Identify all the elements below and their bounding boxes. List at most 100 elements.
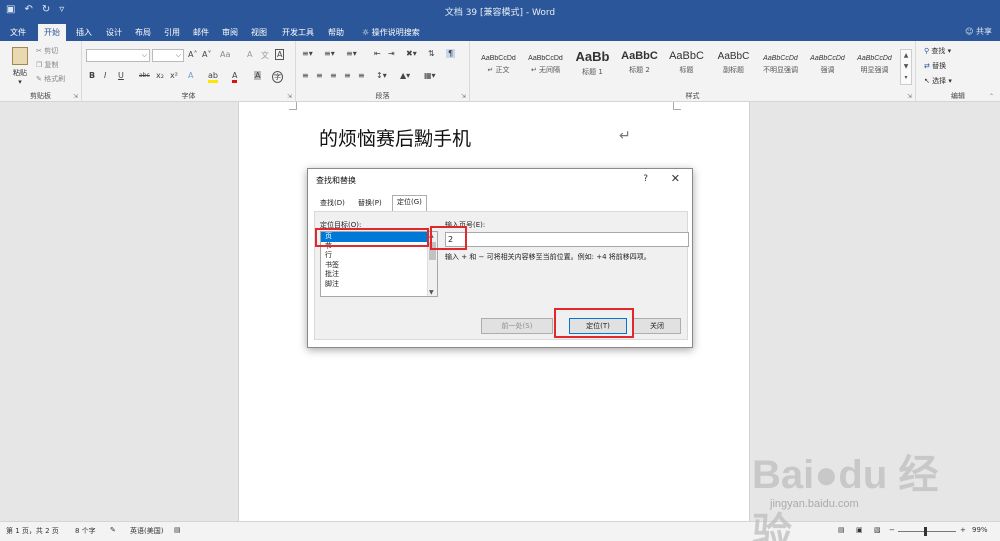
- tab-layout[interactable]: 布局: [129, 24, 157, 41]
- target-item-footnote[interactable]: 脚注: [321, 280, 437, 290]
- style-normal[interactable]: AaBbCcDd ↵ 正文: [476, 49, 521, 83]
- highlight-icon[interactable]: ab: [208, 71, 218, 83]
- document-text[interactable]: 的烦恼赛后黝手机: [319, 124, 471, 151]
- tab-home[interactable]: 开始: [38, 24, 66, 41]
- clear-format-icon[interactable]: A: [247, 50, 252, 59]
- paragraph-launcher-icon[interactable]: ⇲: [461, 93, 466, 100]
- shrink-font-icon[interactable]: A˅: [202, 50, 211, 59]
- tell-me-search[interactable]: ☼ 操作说明搜索: [356, 24, 426, 41]
- tab-references[interactable]: 引用: [158, 24, 186, 41]
- styles-launcher-icon[interactable]: ⇲: [907, 93, 912, 100]
- asian-layout-icon[interactable]: ✖▾: [406, 49, 417, 58]
- goto-button[interactable]: 定位(T): [569, 318, 627, 334]
- font-name-combo[interactable]: ⌵: [86, 49, 150, 62]
- target-item-line[interactable]: 行: [321, 251, 437, 261]
- align-center-icon[interactable]: ≡: [316, 71, 323, 80]
- web-layout-icon[interactable]: ▧: [874, 526, 881, 534]
- chevron-up-icon[interactable]: ▲: [429, 232, 434, 239]
- tab-file[interactable]: 文件: [4, 24, 32, 41]
- font-size-combo[interactable]: ⌵: [152, 49, 184, 62]
- zoom-in-icon[interactable]: +: [960, 526, 966, 534]
- char-border-icon[interactable]: A: [275, 49, 285, 60]
- target-item-section[interactable]: 节: [321, 242, 437, 252]
- style-title[interactable]: AaBbC 标题: [664, 49, 709, 83]
- style-subtle-emphasis[interactable]: AaBbCcDd 不明显强调: [758, 49, 803, 83]
- cut-button[interactable]: ✂ 剪切: [36, 46, 58, 56]
- close-button[interactable]: 关闭: [633, 318, 681, 334]
- style-emphasis[interactable]: AaBbCcDd 强调: [805, 49, 850, 83]
- underline-button[interactable]: U: [118, 71, 124, 80]
- chevron-down-icon[interactable]: ▼: [901, 61, 911, 72]
- copy-button[interactable]: ❐ 复制: [36, 60, 59, 70]
- change-case-icon[interactable]: Aa: [220, 50, 230, 59]
- proofing-icon[interactable]: ✎: [110, 526, 116, 534]
- tab-goto[interactable]: 定位(G): [392, 195, 427, 211]
- strikethrough-button[interactable]: abc: [139, 72, 150, 79]
- previous-button[interactable]: 前一处(S): [481, 318, 553, 334]
- line-spacing-icon[interactable]: ↕▾: [376, 71, 387, 80]
- target-item-comment[interactable]: 批注: [321, 270, 437, 280]
- style-heading-1[interactable]: AaBb 标题 1: [570, 49, 615, 83]
- list-scrollbar[interactable]: ▲ ▼: [427, 232, 437, 296]
- read-mode-icon[interactable]: ▤: [838, 526, 845, 534]
- tab-developer[interactable]: 开发工具: [276, 24, 320, 41]
- tab-review[interactable]: 审阅: [216, 24, 244, 41]
- subscript-button[interactable]: x₂: [156, 71, 164, 80]
- styles-scroll[interactable]: ▲ ▼ ▾: [900, 49, 912, 85]
- zoom-slider-thumb[interactable]: [924, 527, 927, 536]
- tab-find[interactable]: 查找(D): [316, 197, 349, 211]
- more-styles-icon[interactable]: ▾: [901, 72, 911, 83]
- chevron-down-icon[interactable]: ▼: [429, 289, 434, 296]
- shading-icon[interactable]: ▲▾: [400, 71, 410, 80]
- style-heading-2[interactable]: AaBbC 标题 2: [617, 49, 662, 83]
- superscript-button[interactable]: x²: [170, 71, 178, 80]
- increase-indent-icon[interactable]: ⇥: [388, 49, 395, 58]
- bold-button[interactable]: B: [89, 71, 95, 80]
- help-icon[interactable]: ?: [643, 174, 648, 184]
- tab-insert[interactable]: 插入: [70, 24, 98, 41]
- share-button[interactable]: ☺ 共享: [965, 26, 992, 37]
- zoom-slider[interactable]: [898, 531, 956, 532]
- multilevel-list-icon[interactable]: ≡▾: [346, 49, 357, 58]
- decrease-indent-icon[interactable]: ⇤: [374, 49, 381, 58]
- style-subtitle[interactable]: AaBbC 副标题: [711, 49, 756, 83]
- style-intense-emphasis[interactable]: AaBbCcDd 明显强调: [852, 49, 897, 83]
- clipboard-launcher-icon[interactable]: ⇲: [73, 93, 78, 100]
- find-button[interactable]: ⚲ 查找 ▾: [924, 46, 951, 56]
- tab-replace[interactable]: 替换(P): [354, 197, 386, 211]
- font-color-icon[interactable]: A: [232, 71, 238, 83]
- phonetic-guide-icon[interactable]: 文: [261, 50, 269, 61]
- tab-design[interactable]: 设计: [100, 24, 128, 41]
- chevron-up-icon[interactable]: ▲: [901, 50, 911, 61]
- align-left-icon[interactable]: ≡: [302, 71, 309, 80]
- goto-target-list[interactable]: 页 节 行 书签 批注 脚注 ▲ ▼: [320, 231, 438, 297]
- format-painter-button[interactable]: ✎ 格式刷: [36, 74, 65, 84]
- distributed-icon[interactable]: ≡: [358, 71, 365, 80]
- justify-icon[interactable]: ≡: [344, 71, 351, 80]
- show-marks-icon[interactable]: ¶: [446, 49, 456, 58]
- page-number-input[interactable]: 2: [445, 232, 689, 247]
- sort-icon[interactable]: ⇅: [428, 49, 435, 58]
- zoom-out-icon[interactable]: −: [889, 526, 895, 534]
- align-right-icon[interactable]: ≡: [330, 71, 337, 80]
- scroll-thumb[interactable]: [429, 242, 436, 260]
- numbering-icon[interactable]: ≡▾: [324, 49, 335, 58]
- target-item-page[interactable]: 页: [321, 232, 437, 242]
- tab-view[interactable]: 视图: [245, 24, 273, 41]
- grow-font-icon[interactable]: A˄: [188, 50, 197, 59]
- word-count[interactable]: 8 个字: [75, 526, 96, 536]
- target-item-bookmark[interactable]: 书签: [321, 261, 437, 271]
- replace-button[interactable]: ⇄ 替换: [924, 61, 946, 71]
- style-no-spacing[interactable]: AaBbCcDd ↵ 无间隔: [523, 49, 568, 83]
- tab-mailings[interactable]: 邮件: [187, 24, 215, 41]
- close-icon[interactable]: ✕: [671, 172, 680, 185]
- enclosed-char-icon[interactable]: 字: [272, 71, 283, 83]
- zoom-level[interactable]: 99%: [972, 526, 988, 534]
- font-launcher-icon[interactable]: ⇲: [287, 93, 292, 100]
- char-shading-icon[interactable]: A: [254, 71, 262, 80]
- print-layout-icon[interactable]: ▣: [856, 526, 863, 534]
- tab-help[interactable]: 帮助: [322, 24, 350, 41]
- italic-button[interactable]: I: [104, 71, 106, 80]
- bullets-icon[interactable]: ≡▾: [302, 49, 313, 58]
- select-button[interactable]: ↖ 选择 ▾: [924, 76, 952, 86]
